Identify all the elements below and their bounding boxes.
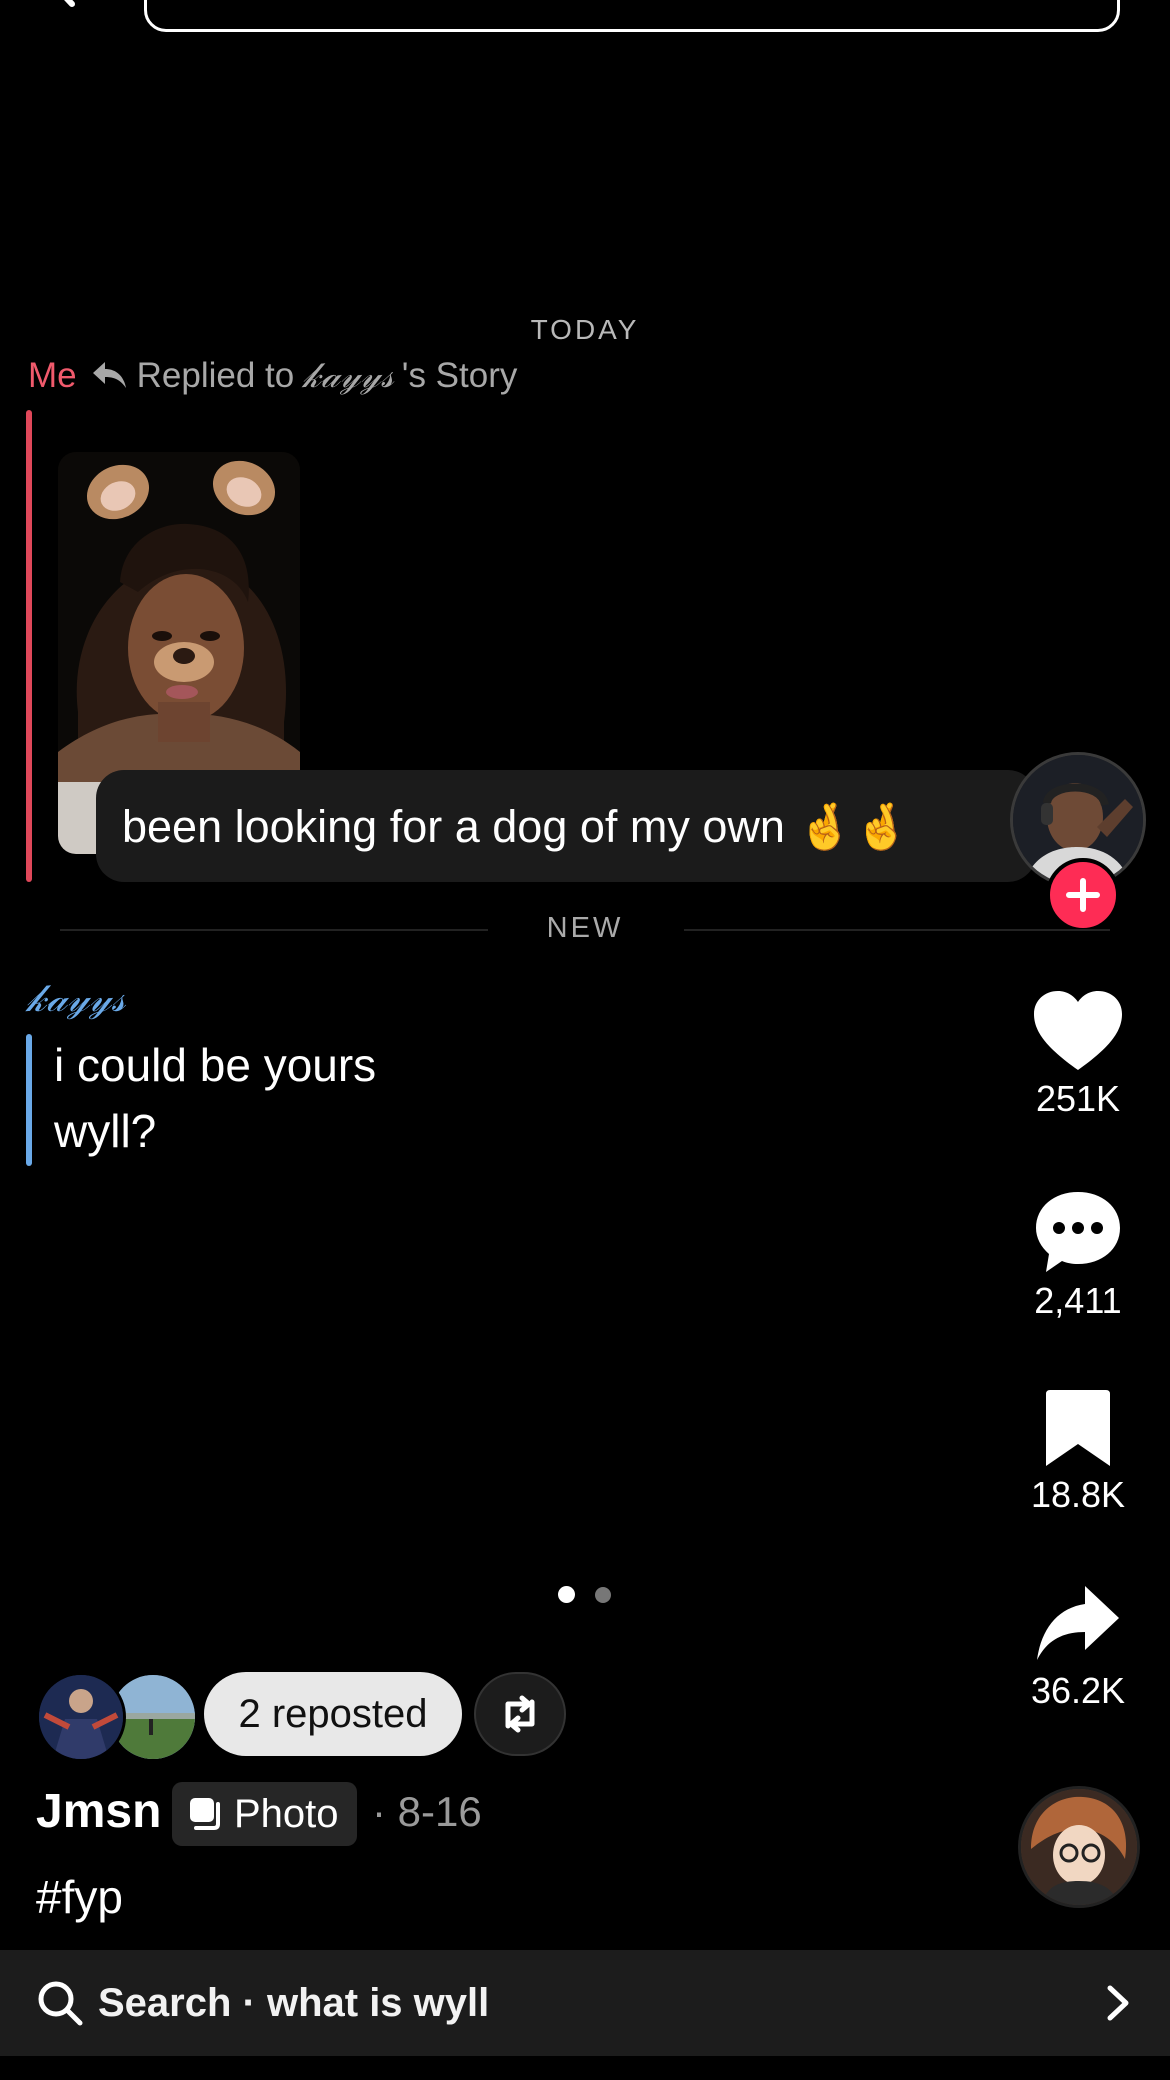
bookmark-count: 18.8K: [1030, 1474, 1126, 1515]
reply-indicator-bar: [26, 410, 32, 882]
heart-icon: [1034, 991, 1122, 1070]
post-date: · 8-16: [372, 1788, 482, 1835]
reply-message-text: been looking for a dog of my own 🤞🤞: [122, 800, 910, 852]
reply-suffix: 's Story: [401, 356, 518, 395]
bottom-search-bar[interactable]: Search · what is wyll: [0, 1950, 1170, 2056]
comment-button[interactable]: 2,411: [1012, 1190, 1144, 1322]
message-line-1: i could be yours: [54, 1039, 377, 1091]
bookmark-button[interactable]: 18.8K: [1012, 1388, 1144, 1516]
top-search-field[interactable]: [144, 0, 1120, 32]
post-caption[interactable]: #fyp: [36, 1870, 123, 1924]
search-icon: [38, 1981, 83, 2026]
like-count: 251K: [1035, 1078, 1121, 1119]
carousel-dot-active[interactable]: [558, 1586, 575, 1603]
share-arrow-icon: [1037, 1586, 1119, 1660]
repost-user-avatar-1[interactable]: [36, 1672, 126, 1762]
share-button[interactable]: 36.2K: [1012, 1584, 1144, 1712]
share-count: 36.2K: [1030, 1670, 1126, 1711]
photo-stack-icon: [190, 1798, 220, 1830]
reply-context: Replied to 𝓀𝒶𝓎𝓎𝓈's Story: [91, 356, 518, 396]
carousel-dot[interactable]: [595, 1587, 611, 1603]
bookmark-icon: [1046, 1390, 1110, 1466]
like-button[interactable]: 251K: [1012, 990, 1144, 1120]
comment-count: 2,411: [1034, 1280, 1122, 1321]
message-line-2: wyll?: [54, 1105, 157, 1157]
reposted-pill[interactable]: 2 reposted: [204, 1672, 462, 1756]
plus-icon: [1066, 878, 1100, 912]
reply-header: Me Replied to 𝓀𝒶𝓎𝓎𝓈's Story: [28, 354, 517, 398]
chevron-right-icon: [1107, 1985, 1129, 2021]
divider-right: [684, 929, 1110, 931]
story-owner-name: 𝓀𝒶𝓎𝓎𝓈: [302, 356, 394, 396]
message-indicator-bar: [26, 1034, 32, 1166]
reply-sender: Me: [28, 356, 77, 395]
bottom-search-label: Search · what is wyll: [98, 1980, 490, 2025]
reply-prefix: Replied to: [136, 356, 295, 395]
sound-disc-avatar[interactable]: [1018, 1786, 1140, 1908]
author-username[interactable]: Jmsn: [36, 1784, 161, 1839]
reply-arrow-icon: [92, 362, 126, 388]
photo-type-badge: Photo: [172, 1782, 357, 1846]
date-separator: TODAY: [530, 314, 640, 345]
sender-name: 𝓀𝒶𝓎𝓎𝓈: [26, 976, 126, 1020]
photo-type-label: Photo: [234, 1791, 339, 1836]
repost-icon: [505, 1695, 535, 1733]
bottom-safe-area: [0, 2056, 1170, 2080]
repost-button[interactable]: [474, 1672, 566, 1756]
speech-bubble-icon: [1036, 1192, 1120, 1272]
back-chevron-icon[interactable]: [40, 0, 90, 10]
reply-message-bubble: been looking for a dog of my own 🤞🤞: [96, 770, 1036, 882]
